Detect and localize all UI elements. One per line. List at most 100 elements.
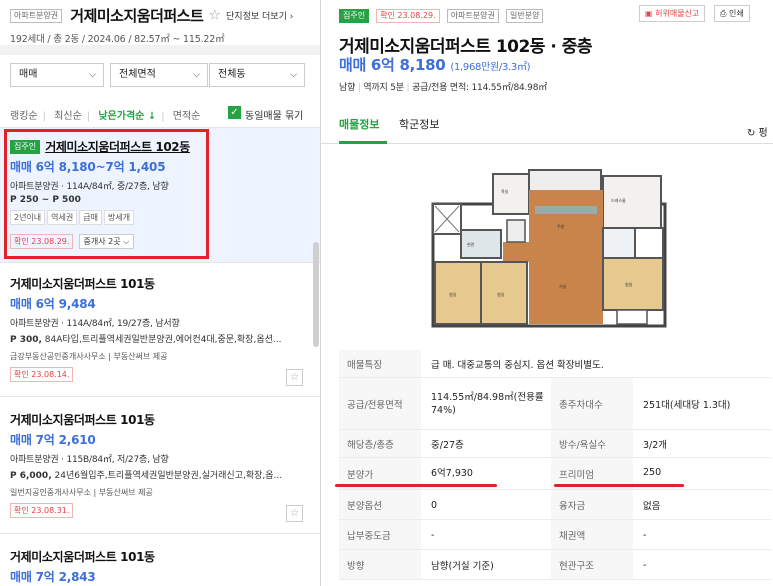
listing-price: 매매 7억 2,843	[10, 570, 96, 584]
listing-price: 매매 7억 2,610	[10, 433, 96, 447]
refresh-button[interactable]: ↻ 펑	[747, 124, 768, 139]
owner-tag: 집주인	[10, 139, 41, 154]
filter-bar: 매매 ⌵ 전체면적 ⌵ 전체동 ⌵	[10, 63, 310, 87]
table-value: 6억7,930	[431, 468, 473, 479]
detail-price-value: 매매 6억 8,180	[339, 56, 446, 74]
listing-item[interactable]: 거제미소지움더퍼스트 101동 매매 7억 2,843	[10, 548, 305, 585]
table-value: -	[431, 529, 435, 541]
detail-tabs: 매물정보 학군정보 ↻ 펑	[321, 104, 773, 144]
print-icon: ⎙	[720, 9, 729, 18]
tab-school-info[interactable]: 학군정보	[399, 116, 439, 132]
plan-label: 침실	[625, 281, 633, 287]
confirm-date-badge: 확인 23.08.14.	[10, 367, 74, 382]
group-checkbox[interactable]: ✓	[228, 106, 241, 119]
plan-label: 주방	[557, 223, 565, 229]
listing-panel: 아파트분양권 거제미소지움더퍼스트 ☆ 단지정보 더보기 › 192세대 / 총…	[0, 0, 320, 586]
chip: 2년이내	[10, 210, 46, 225]
favorite-star-icon[interactable]: ☆	[286, 505, 303, 522]
sort-low-price[interactable]: 낮은가격순 ↓	[98, 111, 156, 122]
table-key: 해당층/총층	[339, 430, 421, 457]
print-button[interactable]: ⎙ 인쇄	[714, 5, 750, 22]
direction: 남향	[339, 83, 356, 93]
underline-annotation	[554, 484, 684, 487]
favorite-star-icon[interactable]: ☆	[286, 369, 303, 386]
table-value: 없음	[643, 501, 661, 512]
table-value: 114.55㎡/84.98㎡(전용률74%)	[431, 392, 544, 416]
chevron-down-icon: ⌵	[290, 70, 297, 80]
scrollbar-thumb[interactable]	[313, 242, 319, 347]
price-per-area: (1,968만원/3.3㎡)	[450, 62, 531, 73]
listing-info: 아파트분양권 · 114A/84㎡, 19/27층, 남서향	[10, 319, 180, 329]
sort-bar: 랭킹순 | 최신순 | 낮은가격순 ↓ | 면적순 ✓ 동일매물 묶기	[10, 106, 304, 122]
agents-dropdown[interactable]: 중개사 2곳 ⌵	[78, 234, 135, 249]
trade-type-select[interactable]: 매매 ⌵	[10, 63, 104, 87]
building-select[interactable]: 전체동 ⌵	[209, 63, 305, 87]
confirm-date-badge: 확인 23.08.29.	[376, 8, 440, 23]
table-value: 251대(세대당 1.3대)	[643, 400, 731, 411]
station-distance: 역까지 5분	[363, 83, 404, 93]
tab-listing-info[interactable]: 매물정보	[339, 116, 379, 132]
detail-panel: 집주인 확인 23.08.29. 아파트분양권 일반분양 ▣ 허위매물신고 ⎙ …	[321, 0, 773, 586]
plan-label: 욕실	[501, 188, 509, 194]
table-key: 분양옵션	[339, 490, 421, 519]
sort-area[interactable]: 면적순	[173, 111, 201, 122]
listing-name[interactable]: 거제미소지움더퍼스트 101동	[10, 275, 305, 292]
listing-name[interactable]: 거제미소지움더퍼스트 102동	[45, 140, 190, 154]
divider	[0, 396, 320, 397]
area-select[interactable]: 전체면적 ⌵	[110, 63, 208, 87]
property-type-tag: 아파트분양권	[446, 8, 499, 23]
feature-chips: 2년이내 역세권 급매 방세개	[10, 205, 305, 225]
area-info: 공급/전용 면적: 114.55㎡/84.98㎡	[412, 83, 548, 93]
group-checkbox-label: 동일매물 묶기	[245, 111, 304, 122]
table-value: 중/27층	[431, 440, 464, 451]
print-button-label: 인쇄	[728, 9, 744, 18]
chip: 급매	[79, 210, 102, 225]
chip: 방세개	[104, 210, 135, 225]
sort-ranking[interactable]: 랭킹순	[10, 111, 38, 122]
table-key: 납부중도금	[339, 520, 421, 549]
table-value: 250	[643, 466, 662, 478]
table-value: 남향(거실 기준)	[431, 561, 494, 572]
listing-item[interactable]: 집주인 거제미소지움더퍼스트 102동 매매 6억 8,180~7억 1,405…	[10, 136, 305, 249]
underline-annotation	[335, 484, 497, 487]
listing-info: 아파트분양권 · 115B/84㎡, 저/27층, 남향	[10, 455, 169, 465]
listing-item[interactable]: 거제미소지움더퍼스트 101동 매매 6억 9,484 아파트분양권 · 114…	[10, 275, 305, 386]
listing-premium: P 6,000,	[10, 471, 52, 481]
table-row: 공급/전용면적 114.55㎡/84.98㎡(전용률74%) 총주차대수 251…	[339, 378, 771, 430]
table-value: -	[643, 529, 647, 541]
floor-plan-image[interactable]: 욕실 침실 침실 거실 주방 현관 침실 드레스룸	[431, 168, 669, 330]
complex-header: 아파트분양권 거제미소지움더퍼스트 ☆ 단지정보 더보기 › 192세대 / 총…	[10, 5, 315, 45]
table-row: 해당층/총층 중/27층 방수/욕실수 3/2개	[339, 430, 771, 458]
listing-info: 아파트분양권 · 114A/84㎡, 중/27층, 남향	[10, 182, 169, 192]
favorite-star-icon[interactable]: ☆	[208, 8, 221, 24]
complex-info-link[interactable]: 단지정보 더보기 ›	[226, 12, 293, 22]
divider	[0, 533, 320, 534]
table-key: 총주차대수	[551, 378, 633, 429]
confirm-date-badge: 확인 23.08.29.	[10, 234, 74, 249]
listing-price: 매매 6억 9,484	[10, 297, 96, 311]
listing-name[interactable]: 거제미소지움더퍼스트 101동	[10, 548, 305, 565]
listing-description: 84A타입,트리플역세권일반분양권,에어컨4대,중문,확장,옵션...	[41, 335, 282, 345]
sale-type-tag: 일반분양	[505, 8, 544, 23]
plan-label: 현관	[467, 241, 475, 247]
table-key: 방수/욕실수	[551, 430, 633, 457]
sort-latest[interactable]: 최신순	[54, 111, 82, 122]
listing-premium: P 250 ~ P 500	[10, 195, 81, 205]
table-key: 방향	[339, 550, 421, 579]
listing-item[interactable]: 거제미소지움더퍼스트 101동 매매 7억 2,610 아파트분양권 · 115…	[10, 411, 305, 522]
report-button[interactable]: ▣ 허위매물신고	[639, 5, 706, 22]
table-row: 방향 남향(거실 기준) 현관구조 -	[339, 550, 771, 580]
listing-name[interactable]: 거제미소지움더퍼스트 101동	[10, 411, 305, 428]
table-row: 납부중도금 - 채권액 -	[339, 520, 771, 550]
report-button-label: 허위매물신고	[655, 9, 700, 18]
table-key: 매물특징	[339, 350, 421, 377]
owner-tag: 집주인	[339, 8, 370, 23]
plan-label: 침실	[497, 291, 505, 297]
divider	[0, 262, 320, 263]
active-tab-indicator	[339, 141, 387, 144]
listing-premium: P 300,	[10, 335, 42, 345]
plan-label: 드레스룸	[611, 197, 626, 203]
agent-info: 일번지공인중개사사무소 | 부동산써브 제공	[10, 488, 153, 497]
table-value: 3/2개	[643, 440, 668, 451]
complex-subinfo: 192세대 / 총 2동 / 2024.06 / 82.57㎡ ~ 115.22…	[10, 34, 225, 45]
